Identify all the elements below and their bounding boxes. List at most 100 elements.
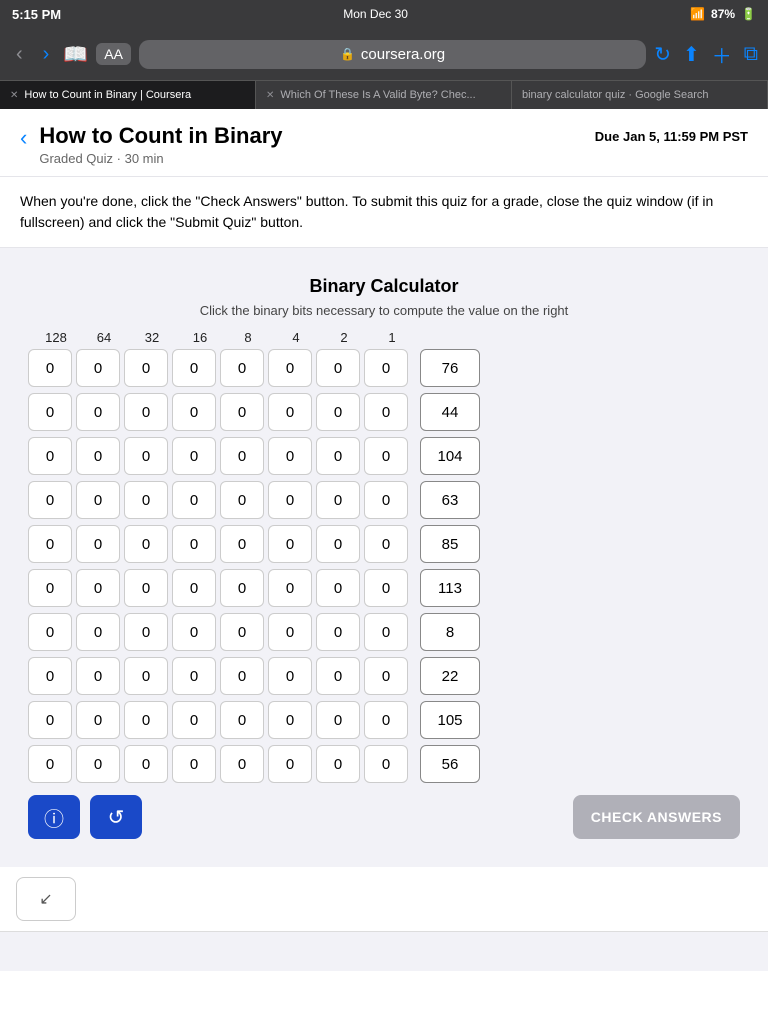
bit-cell-r3-c0[interactable]: 0	[28, 481, 72, 519]
bit-cell-r0-c2[interactable]: 0	[124, 349, 168, 387]
page-back-button[interactable]: ‹	[20, 125, 27, 151]
bit-cell-r7-c1[interactable]: 0	[76, 657, 120, 695]
bit-cell-r7-c2[interactable]: 0	[124, 657, 168, 695]
bit-cell-r0-c5[interactable]: 0	[268, 349, 312, 387]
bit-cell-r2-c5[interactable]: 0	[268, 437, 312, 475]
bit-cell-r6-c6[interactable]: 0	[316, 613, 360, 651]
bit-cell-r8-c3[interactable]: 0	[172, 701, 216, 739]
forward-nav-button[interactable]: ›	[37, 39, 56, 70]
bit-cell-r2-c0[interactable]: 0	[28, 437, 72, 475]
bit-cell-r8-c4[interactable]: 0	[220, 701, 264, 739]
bit-cell-r0-c7[interactable]: 0	[364, 349, 408, 387]
bit-cell-r5-c4[interactable]: 0	[220, 569, 264, 607]
bit-cell-r6-c3[interactable]: 0	[172, 613, 216, 651]
reset-button[interactable]: ↺	[90, 795, 142, 839]
bit-cell-r1-c5[interactable]: 0	[268, 393, 312, 431]
bit-cell-r1-c2[interactable]: 0	[124, 393, 168, 431]
bit-cell-r4-c6[interactable]: 0	[316, 525, 360, 563]
bit-cell-r8-c7[interactable]: 0	[364, 701, 408, 739]
tabs-icon[interactable]: ⧉	[744, 43, 758, 66]
bit-cell-r3-c6[interactable]: 0	[316, 481, 360, 519]
bit-cell-r9-c6[interactable]: 0	[316, 745, 360, 783]
bit-cell-r7-c3[interactable]: 0	[172, 657, 216, 695]
info-button[interactable]: ⓘ	[28, 795, 80, 839]
bit-cell-r7-c0[interactable]: 0	[28, 657, 72, 695]
tab-close-icon[interactable]: ✕	[10, 90, 18, 101]
bit-cell-r5-c0[interactable]: 0	[28, 569, 72, 607]
tab-binary-search[interactable]: binary calculator quiz · Google Search	[512, 81, 768, 109]
bit-cell-r2-c6[interactable]: 0	[316, 437, 360, 475]
bit-cell-r8-c1[interactable]: 0	[76, 701, 120, 739]
bit-cell-r9-c1[interactable]: 0	[76, 745, 120, 783]
address-bar[interactable]: 🔒 coursera.org	[139, 40, 646, 69]
bit-cell-r9-c3[interactable]: 0	[172, 745, 216, 783]
expand-button[interactable]: ↙	[16, 877, 76, 921]
bit-cell-r6-c0[interactable]: 0	[28, 613, 72, 651]
bit-cell-r5-c1[interactable]: 0	[76, 569, 120, 607]
bit-cell-r9-c2[interactable]: 0	[124, 745, 168, 783]
bit-cell-r9-c4[interactable]: 0	[220, 745, 264, 783]
bit-cell-r3-c1[interactable]: 0	[76, 481, 120, 519]
bit-cell-r2-c7[interactable]: 0	[364, 437, 408, 475]
bit-cell-r3-c7[interactable]: 0	[364, 481, 408, 519]
share-icon[interactable]: ⬆	[683, 42, 700, 67]
tab-label-coursera: How to Count in Binary | Coursera	[24, 89, 191, 101]
reload-icon[interactable]: ↻	[654, 42, 671, 67]
bit-cell-r2-c3[interactable]: 0	[172, 437, 216, 475]
bit-cell-r7-c7[interactable]: 0	[364, 657, 408, 695]
bit-cell-r3-c4[interactable]: 0	[220, 481, 264, 519]
bit-cell-r9-c0[interactable]: 0	[28, 745, 72, 783]
tab-close-icon-2[interactable]: ✕	[266, 90, 274, 101]
bit-cell-r1-c4[interactable]: 0	[220, 393, 264, 431]
bit-cell-r0-c0[interactable]: 0	[28, 349, 72, 387]
bit-cell-r1-c7[interactable]: 0	[364, 393, 408, 431]
bit-cell-r6-c2[interactable]: 0	[124, 613, 168, 651]
bit-cell-r5-c7[interactable]: 0	[364, 569, 408, 607]
bit-cell-r6-c7[interactable]: 0	[364, 613, 408, 651]
bit-cell-r0-c4[interactable]: 0	[220, 349, 264, 387]
bit-cell-r8-c6[interactable]: 0	[316, 701, 360, 739]
bit-cell-r1-c6[interactable]: 0	[316, 393, 360, 431]
bit-cell-r2-c2[interactable]: 0	[124, 437, 168, 475]
bit-cell-r6-c4[interactable]: 0	[220, 613, 264, 651]
bit-cell-r0-c3[interactable]: 0	[172, 349, 216, 387]
bit-cell-r3-c2[interactable]: 0	[124, 481, 168, 519]
bit-cell-r4-c4[interactable]: 0	[220, 525, 264, 563]
bit-cell-r1-c0[interactable]: 0	[28, 393, 72, 431]
bit-cell-r4-c5[interactable]: 0	[268, 525, 312, 563]
bit-cell-r4-c0[interactable]: 0	[28, 525, 72, 563]
bit-cell-r7-c5[interactable]: 0	[268, 657, 312, 695]
info-icon: ⓘ	[44, 803, 64, 832]
bit-cell-r8-c5[interactable]: 0	[268, 701, 312, 739]
bit-cell-r5-c5[interactable]: 0	[268, 569, 312, 607]
bit-cell-r9-c5[interactable]: 0	[268, 745, 312, 783]
bit-cell-r6-c1[interactable]: 0	[76, 613, 120, 651]
back-nav-button[interactable]: ‹	[10, 39, 29, 70]
tab-coursera[interactable]: ✕ How to Count in Binary | Coursera	[0, 81, 256, 109]
bit-cell-r2-c4[interactable]: 0	[220, 437, 264, 475]
bit-cell-r5-c2[interactable]: 0	[124, 569, 168, 607]
bit-cell-r9-c7[interactable]: 0	[364, 745, 408, 783]
bit-cell-r4-c1[interactable]: 0	[76, 525, 120, 563]
bit-cell-r2-c1[interactable]: 0	[76, 437, 120, 475]
bit-cell-r3-c5[interactable]: 0	[268, 481, 312, 519]
bit-cell-r5-c6[interactable]: 0	[316, 569, 360, 607]
bit-cell-r1-c1[interactable]: 0	[76, 393, 120, 431]
bit-cell-r7-c4[interactable]: 0	[220, 657, 264, 695]
tab-valid-byte[interactable]: ✕ Which Of These Is A Valid Byte? Chec..…	[256, 81, 512, 109]
check-answers-button[interactable]: CHECK ANSWERS	[573, 795, 740, 839]
bit-cell-r4-c7[interactable]: 0	[364, 525, 408, 563]
bit-cell-r5-c3[interactable]: 0	[172, 569, 216, 607]
bit-cell-r4-c2[interactable]: 0	[124, 525, 168, 563]
new-tab-icon[interactable]: ＋	[712, 40, 732, 69]
bit-cell-r3-c3[interactable]: 0	[172, 481, 216, 519]
text-size-button[interactable]: AA	[96, 43, 131, 65]
bit-cell-r8-c0[interactable]: 0	[28, 701, 72, 739]
bit-cell-r4-c3[interactable]: 0	[172, 525, 216, 563]
bit-cell-r6-c5[interactable]: 0	[268, 613, 312, 651]
bit-cell-r0-c6[interactable]: 0	[316, 349, 360, 387]
bit-cell-r7-c6[interactable]: 0	[316, 657, 360, 695]
bit-cell-r0-c1[interactable]: 0	[76, 349, 120, 387]
bit-cell-r8-c2[interactable]: 0	[124, 701, 168, 739]
bit-cell-r1-c3[interactable]: 0	[172, 393, 216, 431]
